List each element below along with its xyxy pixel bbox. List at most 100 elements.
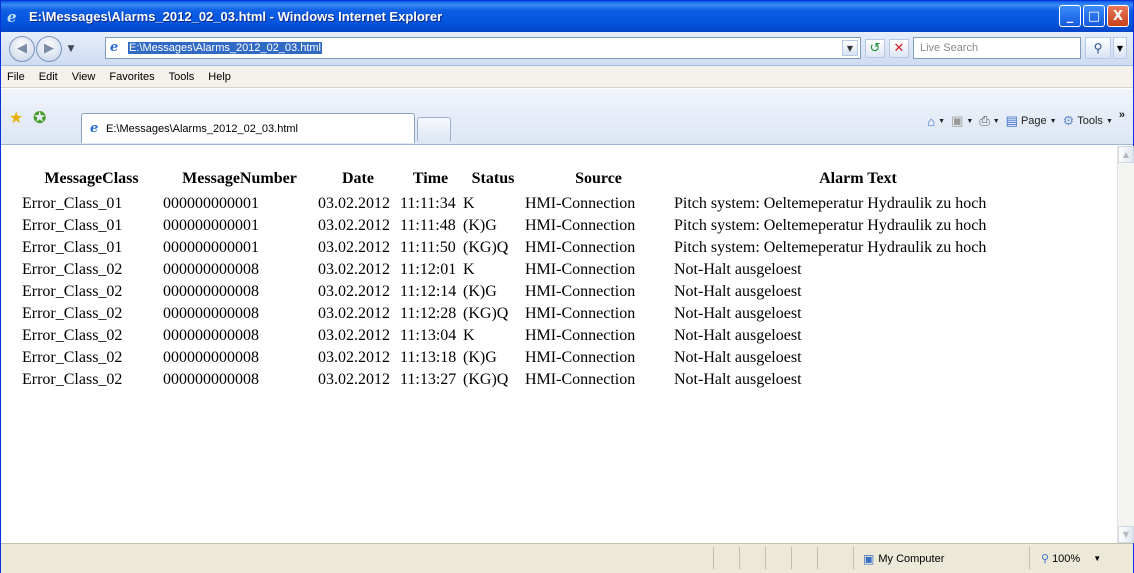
search-options-dropdown[interactable]: ▼ <box>1113 37 1127 59</box>
cell-source: HMI-Connection <box>525 349 636 366</box>
menu-edit[interactable]: Edit <box>32 71 65 83</box>
search-input[interactable]: Live Search <box>913 37 1081 59</box>
forward-arrow-icon: ▶ <box>44 41 54 56</box>
page-menu-label: Page <box>1020 115 1047 127</box>
cell-source: HMI-Connection <box>525 283 636 300</box>
table-row: Error_Class_02 000000000008 03.02.2012 11:1… <box>21 258 1043 280</box>
vertical-scrollbar[interactable]: ▲ ▼ <box>1117 146 1134 543</box>
zoom-level: 100% <box>1052 552 1081 565</box>
print-icon: ⎙ <box>979 113 990 128</box>
menu-view[interactable]: View <box>65 71 103 83</box>
forward-button[interactable]: ▶ <box>36 35 62 62</box>
menu-file[interactable]: File <box>1 71 32 83</box>
ie-logo-icon: e <box>7 7 17 26</box>
favorites-star-icon[interactable]: ★ <box>9 108 23 127</box>
refresh-icon: ↺ <box>869 41 881 56</box>
tools-menu-label: Tools <box>1077 115 1103 127</box>
alarms-table-body: Error_Class_01 000000000001 03.02.2012 11:1… <box>21 192 1043 390</box>
menu-tools[interactable]: Tools <box>162 71 202 83</box>
cell-message-number: 000000000001 <box>163 217 259 234</box>
cell-date: 03.02.2012 <box>318 261 390 278</box>
cell-message-class: Error_Class_02 <box>22 283 123 300</box>
address-dropdown-button[interactable]: ▼ <box>842 40 858 56</box>
table-row: Error_Class_01 000000000001 03.02.2012 11:1… <box>21 192 1043 214</box>
tab-active[interactable]: e E:\Messages\Alarms_2012_02_03.html <box>81 113 415 143</box>
cell-alarm-text: Not-Halt ausgeloest <box>674 304 802 322</box>
cell-status: (KG)Q <box>463 305 509 322</box>
cell-alarm-text: Not-Halt ausgeloest <box>674 370 802 388</box>
home-icon: ⌂ <box>927 113 936 129</box>
table-row: Error_Class_01 000000000001 03.02.2012 11:1… <box>21 214 1043 236</box>
cell-date: 03.02.2012 <box>318 195 390 212</box>
cell-time: 11:13:27 <box>400 371 457 388</box>
cell-source: HMI-Connection <box>525 195 636 212</box>
status-divider <box>713 547 714 569</box>
header-source: Source <box>575 170 622 187</box>
cell-message-number: 000000000008 <box>163 305 259 322</box>
window-controls: _ □ X <box>1059 5 1129 27</box>
cell-alarm-text: Not-Halt ausgeloest <box>674 260 802 278</box>
table-row: Error_Class_01 000000000001 03.02.2012 11:1… <box>21 236 1043 258</box>
search-icon: ⚲ <box>1093 41 1103 55</box>
cell-date: 03.02.2012 <box>318 239 390 256</box>
zoom-control[interactable]: ⚲ 100% ▼ <box>1041 552 1101 566</box>
cell-status: (K)G <box>463 349 497 366</box>
cell-time: 11:11:50 <box>400 239 456 256</box>
cell-source: HMI-Connection <box>525 239 636 256</box>
menu-bar: File Edit View Favorites Tools Help <box>1 66 1133 88</box>
recent-pages-dropdown[interactable]: ▼ <box>64 44 78 54</box>
status-divider <box>817 547 818 569</box>
address-input[interactable]: E:\Messages\Alarms_2012_02_03.html <box>128 42 322 54</box>
alarms-table: MessageClass MessageNumber Date Time Sta… <box>21 168 1043 390</box>
refresh-button[interactable]: ↺ <box>865 39 885 58</box>
table-row: Error_Class_02 000000000008 03.02.2012 11:1… <box>21 368 1043 390</box>
cell-time: 11:11:48 <box>400 217 456 234</box>
cell-date: 03.02.2012 <box>318 283 390 300</box>
header-date: Date <box>342 170 374 187</box>
print-button[interactable]: ⎙ ▼ <box>979 113 999 129</box>
home-button[interactable]: ⌂ ▼ <box>927 114 945 129</box>
cell-message-number: 000000000008 <box>163 349 259 366</box>
cell-date: 03.02.2012 <box>318 349 390 366</box>
cell-time: 11:13:18 <box>400 349 457 366</box>
cell-status: K <box>463 195 475 212</box>
scroll-up-button[interactable]: ▲ <box>1118 146 1134 163</box>
cell-message-number: 000000000008 <box>163 327 259 344</box>
cell-source: HMI-Connection <box>525 371 636 388</box>
toolbar-overflow-button[interactable]: » <box>1119 109 1125 121</box>
menu-favorites[interactable]: Favorites <box>102 71 161 83</box>
security-zone[interactable]: ▣ My Computer <box>863 552 944 566</box>
title-bar[interactable]: e E:\Messages\Alarms_2012_02_03.html - W… <box>1 1 1133 32</box>
cell-message-class: Error_Class_01 <box>22 239 123 256</box>
page-content: MessageClass MessageNumber Date Time Sta… <box>3 146 1117 543</box>
back-button[interactable]: ◀ <box>9 35 35 62</box>
cell-message-class: Error_Class_02 <box>22 349 123 366</box>
cell-status: K <box>463 327 475 344</box>
cell-alarm-text: Pitch system: Oeltemeperatur Hydraulik z… <box>674 238 987 256</box>
cell-status: (KG)Q <box>463 239 509 256</box>
address-bar[interactable]: e E:\Messages\Alarms_2012_02_03.html ▼ <box>105 37 861 59</box>
new-tab-button[interactable] <box>417 117 451 141</box>
stop-button[interactable]: ✕ <box>889 39 909 58</box>
cell-time: 11:13:04 <box>400 327 457 344</box>
scroll-down-button[interactable]: ▼ <box>1118 526 1134 543</box>
back-arrow-icon: ◀ <box>17 41 27 56</box>
close-button[interactable]: X <box>1107 5 1129 27</box>
stop-icon: ✕ <box>893 41 905 56</box>
maximize-button[interactable]: □ <box>1083 5 1105 27</box>
minimize-button[interactable]: _ <box>1059 5 1081 27</box>
tab-toolbar: ★ ✪ e E:\Messages\Alarms_2012_02_03.html… <box>1 89 1133 145</box>
window-title: E:\Messages\Alarms_2012_02_03.html - Win… <box>29 9 443 24</box>
add-favorite-icon[interactable]: ✪ <box>33 108 46 127</box>
cell-message-number: 000000000008 <box>163 261 259 278</box>
cell-source: HMI-Connection <box>525 217 636 234</box>
feeds-button[interactable]: ▣ ▼ <box>951 113 973 129</box>
tools-menu-button[interactable]: ⚙ Tools ▼ <box>1063 113 1113 129</box>
menu-help[interactable]: Help <box>201 71 238 83</box>
page-menu-button[interactable]: ▤ Page ▼ <box>1006 113 1057 129</box>
browser-window: e E:\Messages\Alarms_2012_02_03.html - W… <box>0 0 1134 573</box>
cell-message-class: Error_Class_02 <box>22 261 123 278</box>
search-button[interactable]: ⚲ <box>1085 37 1111 59</box>
tab-title: E:\Messages\Alarms_2012_02_03.html <box>106 122 298 135</box>
cell-alarm-text: Not-Halt ausgeloest <box>674 326 802 344</box>
